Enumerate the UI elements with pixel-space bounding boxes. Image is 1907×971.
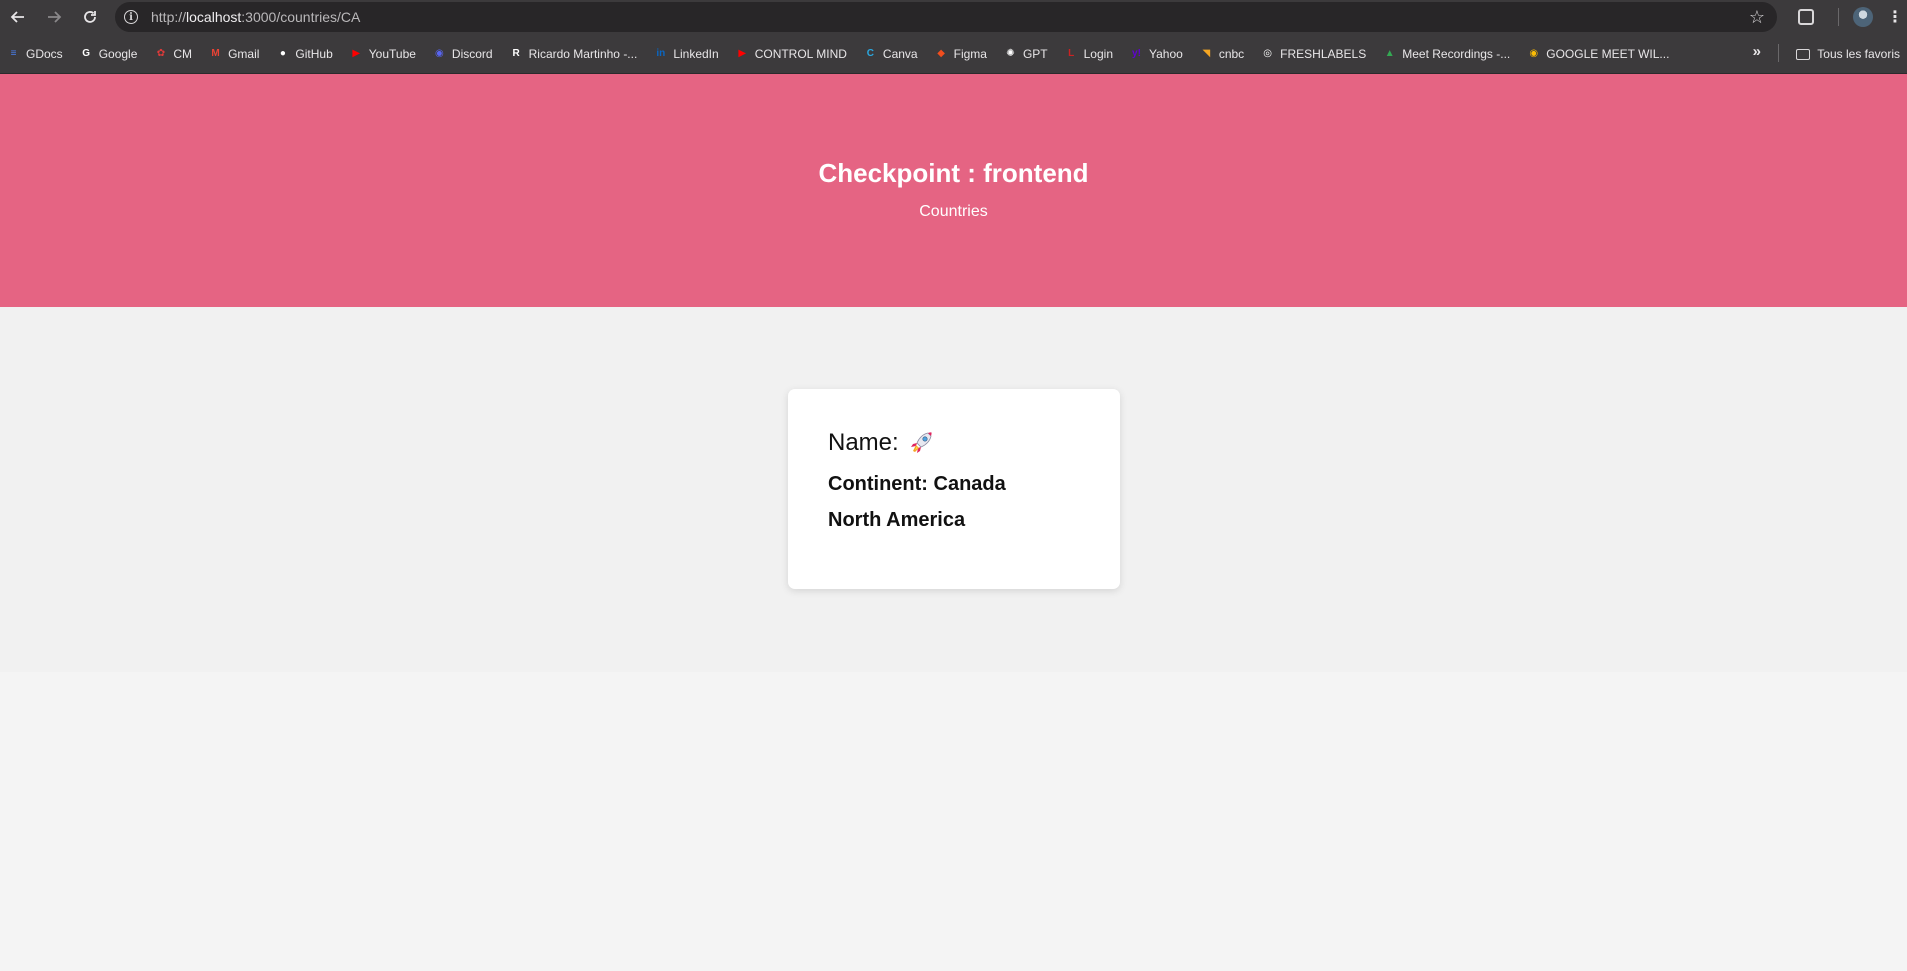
bookmark-item[interactable]: R Ricardo Martinho -... (509, 46, 638, 61)
bookmark-label: FRESHLABELS (1280, 46, 1367, 61)
url-host: localhost (186, 9, 242, 25)
bookmark-label: LinkedIn (673, 46, 719, 61)
openai-icon: ✺ (1006, 48, 1015, 59)
folder-icon (1796, 48, 1811, 60)
bookmark-item[interactable]: C Canva (863, 46, 918, 61)
bookmark-label: GDocs (26, 46, 63, 61)
bookmark-label: Discord (451, 46, 493, 61)
bookmark-star-icon[interactable]: ☆ (1749, 7, 1765, 28)
url-path: :3000/countries/CA (241, 9, 361, 25)
gmail-icon: M (211, 48, 220, 59)
all-bookmarks-folder[interactable]: Tous les favoris (1796, 34, 1900, 73)
bookmark-label: Figma (953, 46, 987, 61)
yahoo-icon: y! (1132, 48, 1141, 59)
youtube-icon: ▶ (738, 48, 747, 59)
extensions-icon[interactable] (1798, 9, 1814, 25)
all-bookmarks-label: Tous les favoris (1817, 47, 1900, 61)
country-continent-label: Continent: Canada (828, 473, 1006, 495)
gdocs-icon: ≡ (10, 48, 17, 59)
bookmark-label: GPT (1022, 46, 1048, 61)
page-title: Checkpoint : frontend (818, 158, 1089, 188)
rocket-emoji-icon (910, 432, 932, 453)
bookmark-item[interactable]: M Gmail (208, 46, 259, 61)
bookmark-item[interactable]: G Google (79, 46, 138, 61)
bookmarks-overflow-icon[interactable]: » (1753, 43, 1761, 60)
reload-icon (84, 11, 96, 23)
page-subtitle: Countries (919, 203, 988, 220)
page-viewport: Checkpoint : frontend Countries Name: Co… (0, 74, 1907, 971)
forward-arrow-icon (48, 11, 62, 23)
bookmark-label: Gmail (228, 46, 260, 61)
youtube-icon: ▶ (352, 48, 361, 59)
bookmark-label: YouTube (368, 46, 416, 61)
google-icon: G (82, 48, 91, 59)
bookmark-item[interactable]: ◉ Discord (432, 46, 493, 61)
bookmark-item[interactable]: ◉ GOOGLE MEET WIL... (1526, 46, 1669, 61)
bookmark-item[interactable]: ◆ Figma (934, 46, 987, 61)
bookmark-item[interactable]: y! Yahoo (1129, 46, 1183, 61)
discord-icon: ◉ (435, 48, 444, 59)
drive-icon: ▲ (1384, 48, 1395, 59)
bookmarks-bar: ≡ GDocs G Google ✿ CM M Gmail ● GitHub ▶ YouTube ◉ Di… (0, 34, 1907, 74)
linkedin-icon: in (656, 48, 666, 59)
bookmark-label: CONTROL MIND (754, 46, 847, 61)
url-prefix: http:// (151, 9, 187, 25)
bookmark-item[interactable]: ✺ GPT (1003, 46, 1048, 61)
browser-toolbar: i http://localhost:3000/countries/CA ☆ ⋮ (0, 0, 1907, 34)
country-continent-value: North America (828, 509, 966, 531)
site-info-icon[interactable]: i (124, 10, 138, 24)
bookmark-label: GitHub (295, 46, 333, 61)
bookmark-item[interactable]: ▲ Meet Recordings -... (1382, 46, 1511, 61)
bookmark-label: GOOGLE MEET WIL... (1546, 46, 1670, 61)
bookmark-item[interactable]: ✿ CM (153, 46, 192, 61)
content-area: Name: Continent: Canada North America (0, 307, 1907, 672)
bookmark-item[interactable]: L Login (1064, 46, 1113, 61)
forward-button[interactable] (36, 0, 72, 34)
country-card: Name: Continent: Canada North America (788, 389, 1120, 589)
bookmark-label: Ricardo Martinho -... (528, 46, 638, 61)
bookmark-item[interactable]: ▶ YouTube (349, 46, 416, 61)
cnbc-icon: ◥ (1202, 48, 1211, 59)
login-icon: L (1068, 48, 1075, 59)
figma-icon: ◆ (937, 48, 945, 59)
back-button[interactable] (0, 0, 36, 34)
menu-kebab-icon[interactable]: ⋮ (1887, 7, 1903, 27)
back-arrow-icon (10, 11, 24, 23)
bookmark-label: Canva (882, 46, 918, 61)
bookmark-label: Meet Recordings -... (1402, 46, 1511, 61)
toolbar-divider (1838, 8, 1839, 26)
bookmark-item[interactable]: ◎ FRESHLABELS (1260, 46, 1366, 61)
ricardo-icon: R (512, 48, 520, 59)
country-name-label: Name: (828, 429, 899, 456)
globe-icon: ◎ (1263, 48, 1273, 59)
address-bar[interactable]: i http://localhost:3000/countries/CA ☆ (115, 2, 1777, 32)
bookmark-label: Yahoo (1149, 46, 1183, 61)
bookmark-label: Google (98, 46, 138, 61)
bookmarks-divider (1778, 44, 1779, 62)
country-name-row: Name: (828, 429, 1120, 457)
bookmark-label: Login (1083, 46, 1113, 61)
canva-icon: C (866, 48, 875, 59)
bookmark-item[interactable]: in LinkedIn (653, 46, 718, 61)
chrome-icon: ◉ (1529, 48, 1539, 59)
reload-button[interactable] (72, 0, 108, 34)
bookmark-label: cnbc (1218, 46, 1245, 61)
bookmark-label: CM (173, 46, 193, 61)
bookmark-item[interactable]: ▶ CONTROL MIND (735, 46, 847, 61)
page-header: Checkpoint : frontend Countries (0, 74, 1907, 307)
bookmark-item[interactable]: ≡ GDocs (6, 46, 63, 61)
cm-icon: ✿ (156, 48, 166, 59)
bookmark-item[interactable]: ◥ cnbc (1199, 46, 1244, 61)
profile-avatar[interactable] (1853, 7, 1873, 27)
github-icon: ● (279, 48, 286, 59)
bookmark-item[interactable]: ● GitHub (275, 46, 333, 61)
